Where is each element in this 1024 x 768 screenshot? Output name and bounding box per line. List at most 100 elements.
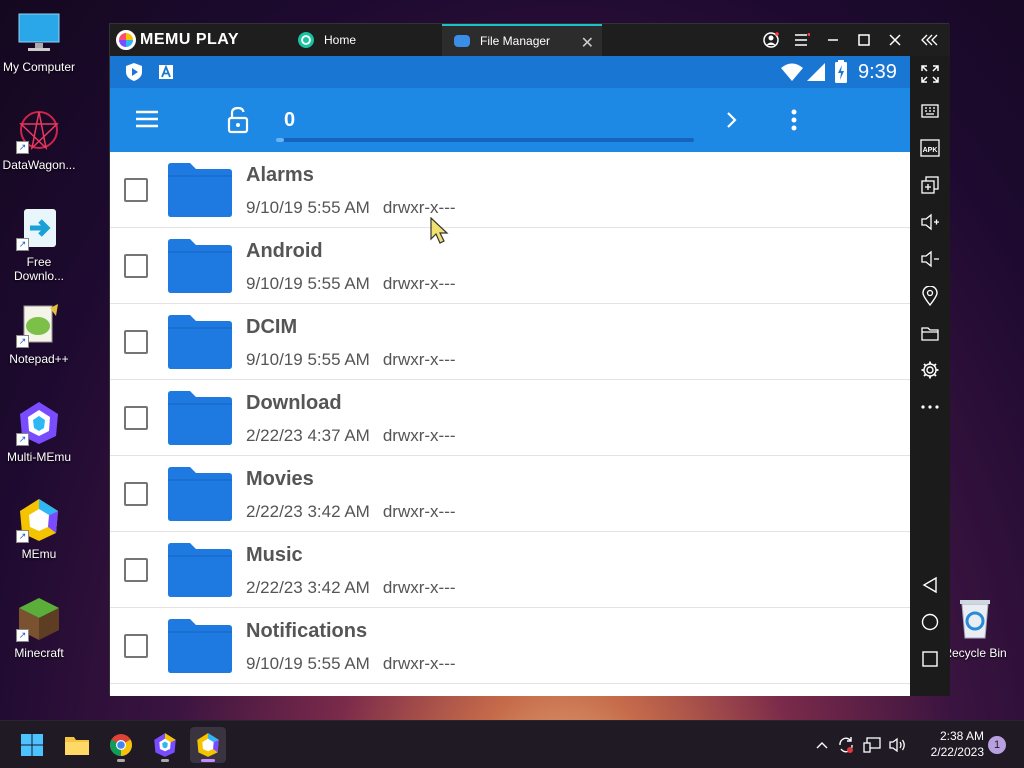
overflow-menu-icon[interactable] [790, 108, 798, 137]
select-checkbox[interactable] [124, 558, 148, 582]
file-date: 9/10/19 5:55 AM [246, 654, 370, 673]
notification-badge[interactable]: 1 [988, 736, 1006, 754]
windows-start-icon [21, 734, 43, 756]
file-list-item[interactable]: Alarms 9/10/19 5:55 AM drwxr-x--- [110, 152, 910, 228]
hamburger-menu-icon[interactable] [134, 108, 160, 135]
folder-icon [166, 466, 234, 522]
file-list-item[interactable]: Movies 2/22/23 3:42 AM drwxr-x--- [110, 456, 910, 532]
taskbar-file-explorer[interactable] [59, 727, 95, 763]
android-screen: 9:39 0 Alarms 9/10/19 5:55 AM drwxr-x--- An… [110, 56, 910, 696]
wifi-icon [780, 62, 804, 87]
file-list-item[interactable]: Download 2/22/23 4:37 AM drwxr-x--- [110, 380, 910, 456]
select-checkbox[interactable] [124, 178, 148, 202]
chevron-right-icon[interactable] [724, 110, 740, 135]
file-list: Alarms 9/10/19 5:55 AM drwxr-x--- Android 9/… [110, 152, 910, 684]
home-icon[interactable] [918, 610, 942, 634]
emulator-side-toolbar: APK [910, 56, 950, 696]
volume-icon[interactable] [888, 735, 908, 755]
memu-icon [197, 733, 219, 757]
desktop-icon-my-computer[interactable]: My Computer [0, 10, 78, 74]
desktop-icon-datawagon[interactable]: ↗ DataWagon... [0, 108, 78, 172]
file-permissions: drwxr-x--- [382, 654, 456, 673]
file-list-item[interactable]: DCIM 9/10/19 5:55 AM drwxr-x--- [110, 304, 910, 380]
file-name: Music [246, 544, 303, 566]
folder-icon [166, 542, 234, 598]
file-date: 9/10/19 5:55 AM [246, 274, 370, 293]
memu-icon: ↗ [16, 497, 62, 543]
file-metadata: 9/10/19 5:55 AM drwxr-x--- [246, 350, 456, 370]
recycle-bin-icon [952, 596, 998, 642]
clock-date: 2/22/2023 [930, 745, 984, 759]
start-button[interactable] [14, 727, 50, 763]
volume-up-icon[interactable] [918, 210, 942, 234]
settings-icon[interactable] [918, 358, 942, 382]
breadcrumb-path[interactable]: 0 [284, 109, 295, 132]
desktop-icon-label: Minecraft [14, 646, 64, 660]
close-tab-icon[interactable]: ✕ [581, 33, 594, 53]
desktop-icon-memu[interactable]: ↗ MEmu [0, 497, 78, 561]
desktop-icon-free-download[interactable]: ↗ Free Downlo... [0, 205, 78, 283]
select-checkbox[interactable] [124, 330, 148, 354]
more-icon[interactable] [918, 395, 942, 419]
network-icon[interactable] [862, 735, 882, 755]
cellular-signal-icon [806, 62, 826, 87]
monitor-icon [16, 10, 62, 56]
recents-icon[interactable] [918, 647, 942, 671]
desktop-icon-label: Notepad++ [9, 352, 69, 366]
windows-taskbar: 2:38 AM 2/22/2023 1 [0, 720, 1024, 768]
taskbar-memu[interactable] [190, 727, 226, 763]
tab-home[interactable]: Home [286, 24, 442, 56]
memu-logo: MEMU PLAY [116, 30, 239, 50]
emulator-title-bar: MEMU PLAY Home File Manager ✕ [110, 24, 950, 56]
file-list-item[interactable]: Android 9/10/19 5:55 AM drwxr-x--- [110, 228, 910, 304]
minimize-icon[interactable] [818, 24, 848, 56]
volume-down-icon[interactable] [918, 247, 942, 271]
multi-window-icon[interactable] [918, 173, 942, 197]
close-icon[interactable] [880, 24, 910, 56]
maximize-icon[interactable] [849, 24, 879, 56]
folder-icon [166, 162, 234, 218]
mouse-cursor-icon [429, 216, 451, 250]
fullscreen-icon[interactable] [918, 62, 942, 86]
file-list-item[interactable]: Music 2/22/23 3:42 AM drwxr-x--- [110, 532, 910, 608]
file-list-item[interactable]: Notifications 9/10/19 5:55 AM drwxr-x--- [110, 608, 910, 684]
unlock-icon[interactable] [226, 106, 250, 139]
desktop-icon-minecraft[interactable]: ↗ Minecraft [0, 596, 78, 660]
chevron-up-icon[interactable] [814, 735, 830, 755]
select-checkbox[interactable] [124, 634, 148, 658]
collapse-icon[interactable] [915, 24, 945, 56]
keyboard-icon[interactable] [918, 99, 942, 123]
memu-logo-icon [116, 30, 136, 50]
account-icon[interactable] [756, 24, 786, 56]
menu-icon[interactable] [787, 24, 817, 56]
select-checkbox[interactable] [124, 406, 148, 430]
file-name: Alarms [246, 164, 314, 186]
desktop-icon-label: Multi-MEmu [6, 450, 71, 464]
tab-file-manager[interactable]: File Manager ✕ [442, 24, 602, 56]
folder-icon[interactable] [918, 321, 942, 345]
taskbar-multi-memu[interactable] [147, 727, 183, 763]
multi-memu-icon: ↗ [16, 400, 62, 446]
tab-label: File Manager [480, 34, 551, 48]
file-date: 2/22/23 4:37 AM [246, 426, 370, 445]
location-icon[interactable] [918, 284, 942, 308]
loading-progress-bar [276, 138, 694, 142]
memu-logo-text: MEMU PLAY [140, 31, 240, 48]
apk-icon[interactable]: APK [918, 136, 942, 160]
desktop-icon-notepad-plus-plus[interactable]: ↗ Notepad++ [0, 302, 78, 366]
file-permissions: drwxr-x--- [382, 502, 456, 521]
play-protect-icon [124, 62, 144, 87]
file-date: 9/10/19 5:55 AM [246, 350, 370, 369]
chrome-icon [110, 734, 132, 756]
desktop-icon-multi-memu[interactable]: ↗ Multi-MEmu [0, 400, 78, 464]
memu-window: MEMU PLAY Home File Manager ✕ 9:39 0 Ala… [109, 23, 950, 696]
taskbar-chrome[interactable] [103, 727, 139, 763]
file-metadata: 9/10/19 5:55 AM drwxr-x--- [246, 274, 456, 294]
select-checkbox[interactable] [124, 254, 148, 278]
app-notification-icon [158, 64, 174, 85]
system-clock[interactable]: 2:38 AM 2/22/2023 [912, 728, 984, 760]
select-checkbox[interactable] [124, 482, 148, 506]
sync-icon[interactable] [836, 735, 856, 755]
file-metadata: 9/10/19 5:55 AM drwxr-x--- [246, 198, 456, 218]
back-icon[interactable] [918, 573, 942, 597]
